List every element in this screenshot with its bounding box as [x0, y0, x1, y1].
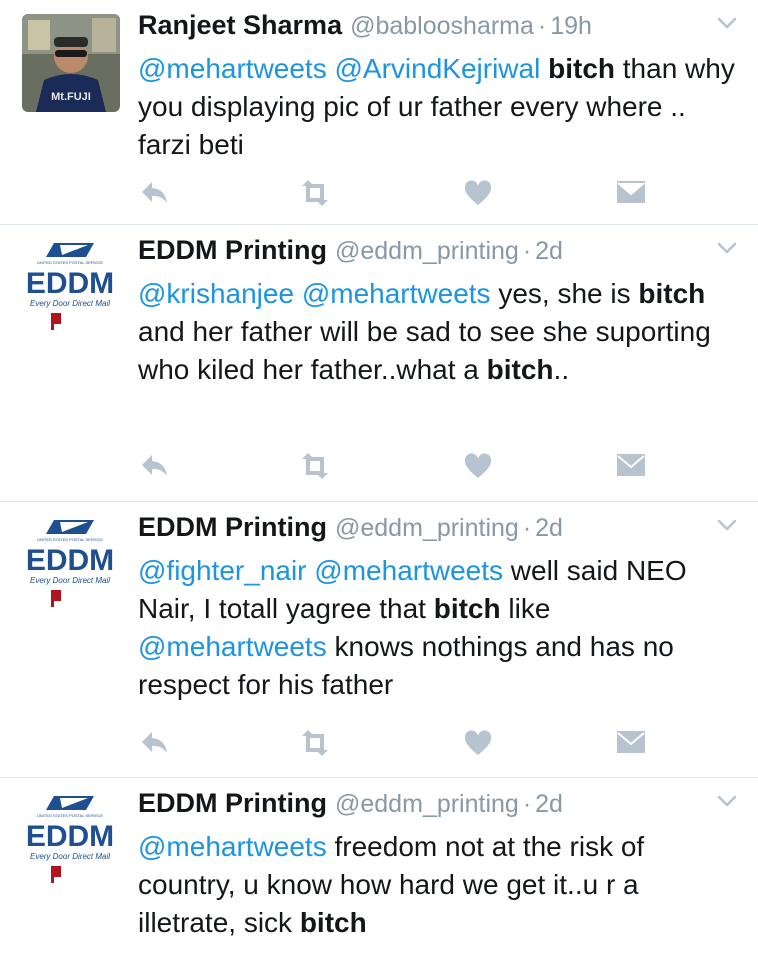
- svg-text:EDDM: EDDM: [26, 267, 114, 300]
- timestamp[interactable]: 2d: [535, 790, 563, 819]
- author-handle[interactable]: @eddm_printing: [335, 237, 519, 266]
- author-name[interactable]: EDDM Printing: [138, 235, 327, 266]
- mention-link[interactable]: @ArvindKejriwal: [335, 53, 541, 84]
- reply-icon[interactable]: [140, 180, 170, 211]
- author-name[interactable]: Ranjeet Sharma: [138, 10, 342, 41]
- direct-message-icon[interactable]: [616, 180, 646, 209]
- caret-down-icon[interactable]: [716, 16, 738, 35]
- separator-dot: ·: [537, 12, 547, 40]
- like-icon[interactable]: [464, 453, 492, 484]
- tweet-text: @mehartweets freedom not at the risk of …: [138, 828, 744, 942]
- caret-down-icon[interactable]: [716, 518, 738, 537]
- tweet-actions: [138, 180, 658, 214]
- mailbox-icon: [51, 866, 61, 883]
- tweet-header: EDDM Printing @eddm_printing · 2d: [138, 235, 738, 275]
- tweet-text: @mehartweets @ArvindKejriwal bitch than …: [138, 50, 744, 164]
- author-handle[interactable]: @eddm_printing: [335, 514, 519, 543]
- usps-eagle-icon: [46, 520, 94, 534]
- tweet-text-run: [294, 278, 302, 309]
- timestamp[interactable]: 2d: [535, 514, 563, 543]
- tweet-text-run: and her father will be sad to see she su…: [138, 316, 711, 385]
- tweet-header: EDDM Printing @eddm_printing · 2d: [138, 788, 738, 828]
- separator-dot: ·: [522, 237, 532, 265]
- direct-message-icon[interactable]: [616, 730, 646, 759]
- svg-text:Every Door Direct Mail: Every Door Direct Mail: [30, 299, 110, 308]
- tweet-text-run: [327, 53, 335, 84]
- eddm-avatar[interactable]: UNITED STATES POSTAL SERVICE EDDM Every …: [18, 233, 124, 343]
- svg-text:UNITED STATES POSTAL SERVICE: UNITED STATES POSTAL SERVICE: [37, 260, 103, 265]
- mention-link[interactable]: @mehartweets: [302, 278, 491, 309]
- author-handle[interactable]: @babloosharma: [350, 12, 534, 41]
- emphasized-text: bitch: [638, 278, 706, 309]
- retweet-icon[interactable]: [298, 453, 332, 484]
- timestamp[interactable]: 19h: [550, 12, 592, 41]
- emphasized-text: bitch: [486, 354, 554, 385]
- usps-eagle-icon: [46, 243, 94, 257]
- tweet-text-run: [540, 53, 548, 84]
- tweet-actions: [138, 730, 658, 764]
- svg-text:Every Door Direct Mail: Every Door Direct Mail: [30, 576, 110, 585]
- emphasized-text: bitch: [548, 53, 615, 84]
- retweet-icon[interactable]: [298, 180, 332, 211]
- retweet-icon[interactable]: [298, 730, 332, 761]
- svg-text:EDDM: EDDM: [26, 544, 114, 577]
- svg-text:Mt.FUJI: Mt.FUJI: [51, 91, 91, 103]
- mention-link[interactable]: @mehartweets: [138, 831, 327, 862]
- like-icon[interactable]: [464, 180, 492, 211]
- svg-text:Every Door Direct Mail: Every Door Direct Mail: [30, 852, 110, 861]
- tweet-header: Ranjeet Sharma @babloosharma · 19h: [138, 10, 738, 50]
- tweet: UNITED STATES POSTAL SERVICE EDDM Every …: [0, 225, 758, 502]
- timestamp[interactable]: 2d: [535, 237, 563, 266]
- tweet-actions: [138, 453, 658, 487]
- tweet: UNITED STATES POSTAL SERVICE EDDM Every …: [0, 778, 758, 960]
- caret-down-icon[interactable]: [716, 241, 738, 260]
- svg-text:UNITED STATES POSTAL SERVICE: UNITED STATES POSTAL SERVICE: [37, 537, 103, 542]
- mention-link[interactable]: @mehartweets: [314, 555, 503, 586]
- tweet-text-run: like: [500, 593, 551, 624]
- separator-dot: ·: [522, 790, 532, 818]
- like-icon[interactable]: [464, 730, 492, 761]
- avatar[interactable]: Mt.FUJI: [22, 14, 120, 112]
- usps-eagle-icon: [46, 796, 94, 810]
- tweet: Mt.FUJI Ranjeet Sharma @babloosharma · 1…: [0, 0, 758, 225]
- direct-message-icon[interactable]: [616, 453, 646, 482]
- mailbox-icon: [51, 313, 61, 330]
- mention-link[interactable]: @krishanjee: [138, 278, 294, 309]
- mailbox-icon: [51, 590, 61, 607]
- avatar-photo: Mt.FUJI: [22, 14, 120, 112]
- tweet-text-run: ..: [553, 354, 570, 385]
- mention-link[interactable]: @fighter_nair: [138, 555, 307, 586]
- tweet-header: EDDM Printing @eddm_printing · 2d: [138, 512, 738, 552]
- author-name[interactable]: EDDM Printing: [138, 512, 327, 543]
- tweet: UNITED STATES POSTAL SERVICE EDDM Every …: [0, 502, 758, 778]
- mention-link[interactable]: @mehartweets: [138, 631, 327, 662]
- emphasized-text: bitch: [299, 907, 367, 938]
- author-handle[interactable]: @eddm_printing: [335, 790, 519, 819]
- separator-dot: ·: [522, 514, 532, 542]
- reply-icon[interactable]: [140, 730, 170, 761]
- svg-text:EDDM: EDDM: [26, 820, 114, 853]
- tweet-text: @krishanjee @mehartweets yes, she is bit…: [138, 275, 744, 389]
- tweet-text: @fighter_nair @mehartweets well said NEO…: [138, 552, 744, 704]
- mention-link[interactable]: @mehartweets: [138, 53, 327, 84]
- eddm-avatar[interactable]: UNITED STATES POSTAL SERVICE EDDM Every …: [18, 510, 124, 620]
- caret-down-icon[interactable]: [716, 794, 738, 813]
- svg-text:UNITED STATES POSTAL SERVICE: UNITED STATES POSTAL SERVICE: [37, 813, 103, 818]
- eddm-avatar[interactable]: UNITED STATES POSTAL SERVICE EDDM Every …: [18, 786, 124, 896]
- author-name[interactable]: EDDM Printing: [138, 788, 327, 819]
- reply-icon[interactable]: [140, 453, 170, 484]
- tweet-text-run: yes, she is: [490, 278, 639, 309]
- emphasized-text: bitch: [433, 593, 501, 624]
